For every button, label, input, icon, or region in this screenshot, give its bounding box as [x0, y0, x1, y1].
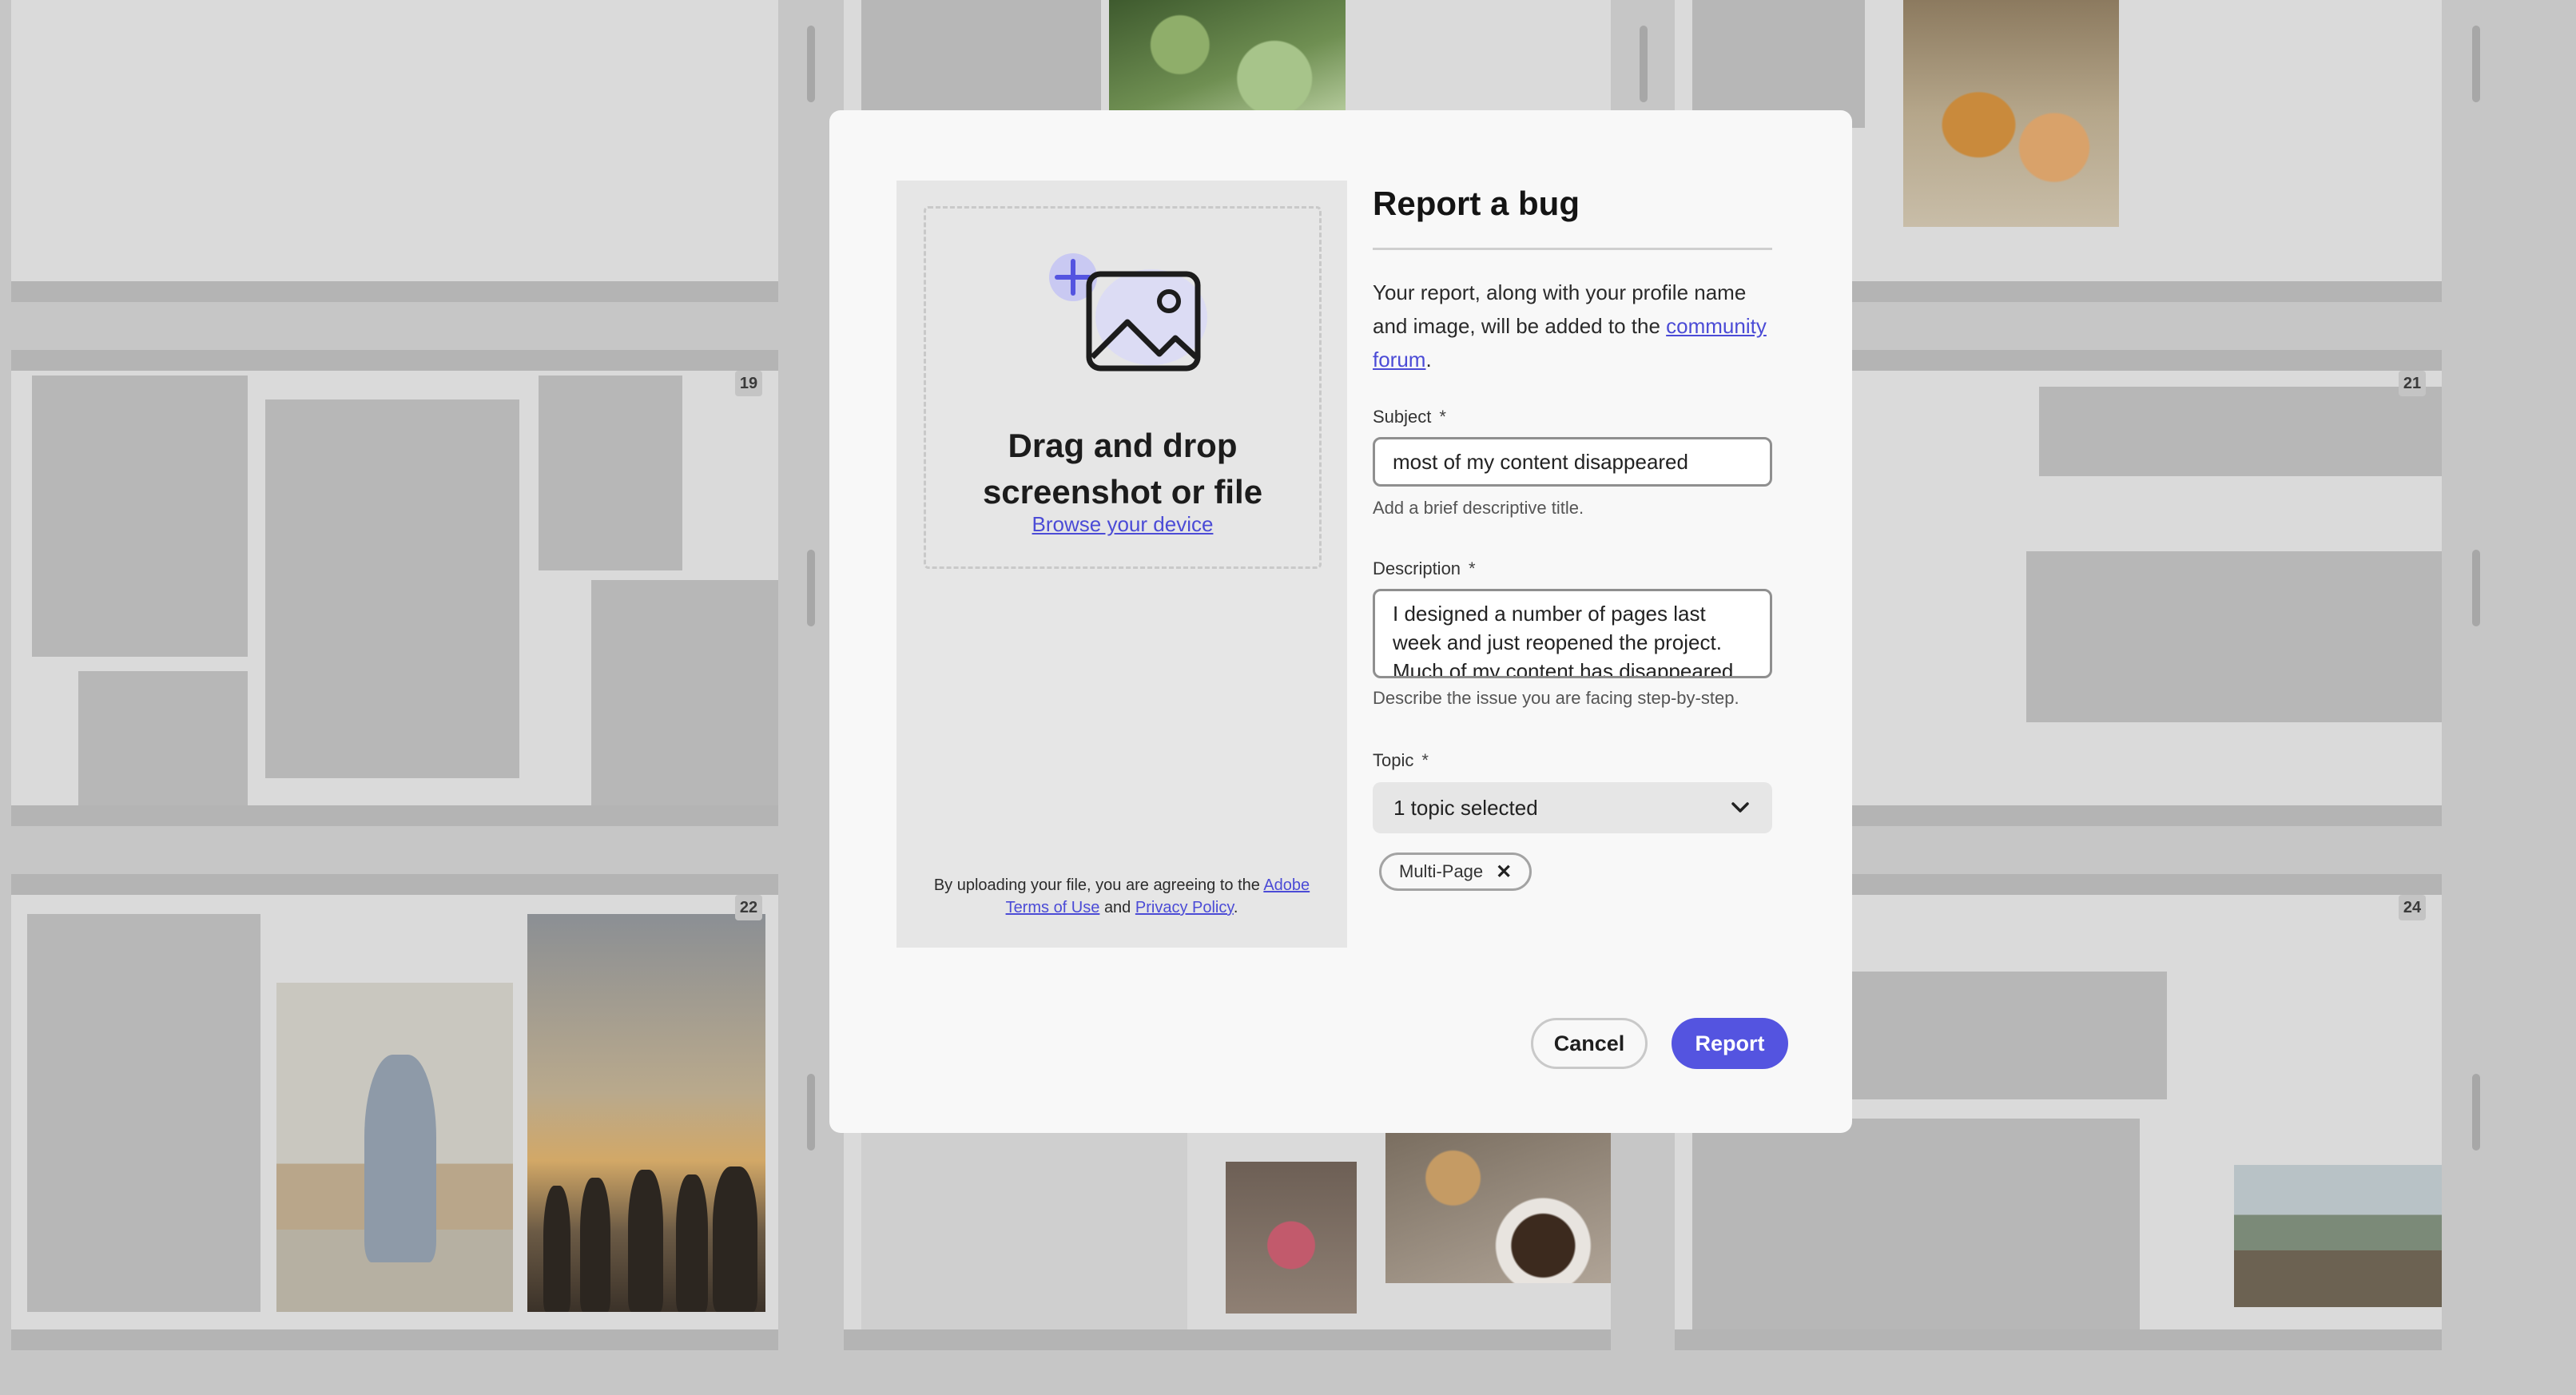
scroll-handle[interactable]	[2472, 550, 2480, 626]
upload-panel: Drag and drop screenshot or file Browse …	[896, 181, 1347, 948]
subject-label: Subject *	[1373, 407, 1788, 427]
photo-drinks	[1903, 0, 2119, 227]
description-help-text: Describe the issue you are facing step-b…	[1373, 688, 1739, 708]
scroll-handle[interactable]	[807, 26, 815, 102]
report-button[interactable]: Report	[1672, 1018, 1788, 1069]
photo-cocktail	[1226, 1162, 1357, 1314]
dropzone-title: Drag and drop screenshot or file	[982, 427, 1263, 511]
description-label: Description *	[1373, 558, 1788, 579]
page-thumbnail[interactable]	[844, 1133, 1611, 1329]
privacy-policy-link[interactable]: Privacy Policy	[1135, 899, 1234, 916]
subject-label-text: Subject	[1373, 407, 1432, 427]
topic-label-text: Topic	[1373, 750, 1414, 770]
topic-select-value: 1 topic selected	[1393, 795, 1538, 820]
scroll-handle[interactable]	[2472, 26, 2480, 102]
close-icon[interactable]: ✕	[1496, 860, 1512, 884]
browse-device-link[interactable]: Browse your device	[926, 512, 1319, 537]
legal-and: and	[1103, 899, 1131, 916]
page-bar	[844, 1329, 1611, 1350]
page-number: 19	[735, 371, 762, 396]
upload-legal-notice: By uploading your file, you are agreeing…	[920, 874, 1323, 919]
topic-label: Topic *	[1373, 750, 1788, 771]
report-bug-dialog: Drag and drop screenshot or file Browse …	[829, 110, 1852, 1133]
page-number: 21	[2399, 371, 2426, 396]
page-bar	[11, 805, 778, 826]
description-label-text: Description	[1373, 558, 1461, 578]
intro-text: Your report, along with your profile nam…	[1373, 276, 1772, 376]
page-thumbnail[interactable]	[11, 0, 778, 281]
description-value: I designed a number of pages last week a…	[1393, 602, 1739, 678]
scroll-handle[interactable]	[807, 1074, 815, 1151]
page-number: 24	[2399, 895, 2426, 920]
legal-prefix: By uploading your file, you are agreeing…	[933, 876, 1260, 894]
topic-select[interactable]: 1 topic selected	[1373, 782, 1772, 833]
scroll-handle[interactable]	[1640, 26, 1648, 102]
intro-suffix: .	[1425, 348, 1432, 372]
file-dropzone[interactable]: Drag and drop screenshot or file Browse …	[924, 206, 1322, 569]
required-asterisk: *	[1421, 750, 1429, 770]
scroll-handle[interactable]	[807, 550, 815, 626]
subject-help-text: Add a brief descriptive title.	[1373, 498, 1584, 518]
photo-campfire	[2234, 1165, 2442, 1307]
required-asterisk: *	[1439, 407, 1446, 427]
description-textarea[interactable]: I designed a number of pages last week a…	[1373, 589, 1772, 678]
subject-value: most of my content disappeared	[1393, 449, 1688, 474]
title-divider	[1373, 248, 1772, 250]
photo-sunset-group	[527, 914, 765, 1312]
page-bar	[11, 350, 778, 371]
page-number: 22	[735, 895, 762, 920]
topic-chip-label: Multi-Page	[1399, 861, 1484, 881]
photo-coffee	[1385, 1133, 1611, 1283]
page-thumbnail[interactable]: 22	[11, 895, 778, 1329]
image-upload-icon	[1049, 253, 1207, 372]
page-bar	[11, 874, 778, 895]
page-bar	[11, 1329, 778, 1350]
scroll-handle[interactable]	[2472, 1074, 2480, 1151]
chevron-down-icon	[1731, 802, 1749, 813]
dialog-title: Report a bug	[1373, 185, 1580, 222]
page-bar	[11, 281, 778, 302]
photo-surfer	[276, 983, 513, 1312]
page-thumbnail[interactable]: 19	[11, 371, 778, 805]
required-asterisk: *	[1469, 558, 1476, 578]
bug-report-form: Report a bug Your report, along with you…	[1373, 181, 1788, 891]
cancel-button[interactable]: Cancel	[1531, 1018, 1648, 1069]
page-bar	[1675, 1329, 2442, 1350]
photo-greens	[1109, 0, 1346, 112]
subject-input[interactable]: most of my content disappeared	[1373, 437, 1772, 487]
topic-chip: Multi-Page ✕	[1379, 852, 1532, 891]
legal-suffix: .	[1233, 899, 1238, 916]
